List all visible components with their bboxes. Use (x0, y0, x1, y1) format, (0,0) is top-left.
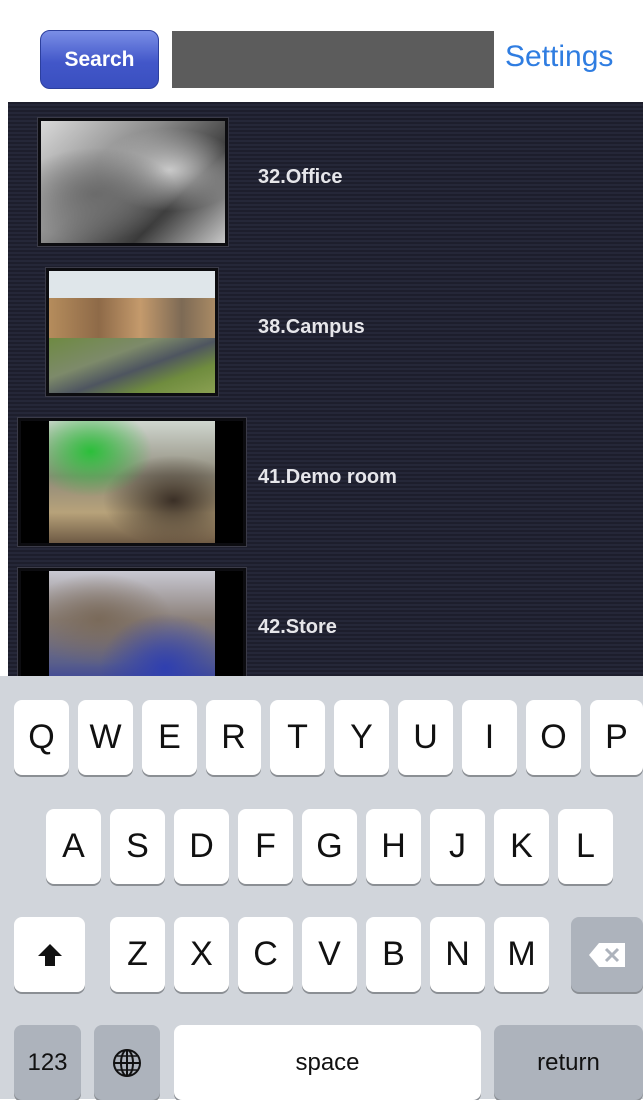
key-q[interactable]: Q (14, 700, 69, 775)
return-key[interactable]: return (494, 1025, 643, 1100)
key-u[interactable]: U (398, 700, 453, 775)
top-bar: Search Settings (0, 0, 643, 102)
key-j[interactable]: J (430, 809, 485, 884)
shift-icon (37, 943, 62, 966)
camera-thumbnail[interactable] (18, 568, 246, 676)
thumbnail-image (49, 421, 215, 543)
key-r[interactable]: R (206, 700, 261, 775)
camera-row-office[interactable]: 32.Office (8, 102, 643, 252)
globe-key[interactable] (94, 1025, 160, 1100)
camera-label: 38.Campus (258, 316, 365, 338)
key-l[interactable]: L (558, 809, 613, 884)
camera-thumbnail[interactable] (46, 268, 218, 396)
camera-row-campus[interactable]: 38.Campus (8, 252, 643, 402)
key-g[interactable]: G (302, 809, 357, 884)
camera-label: 41.Demo room (258, 466, 397, 488)
key-n[interactable]: N (430, 917, 485, 992)
key-p[interactable]: P (590, 700, 643, 775)
key-z[interactable]: Z (110, 917, 165, 992)
key-d[interactable]: D (174, 809, 229, 884)
key-f[interactable]: F (238, 809, 293, 884)
key-v[interactable]: V (302, 917, 357, 992)
key-k[interactable]: K (494, 809, 549, 884)
keyboard: Q W E R T Y U I O P A S D F G H J K L Z … (0, 676, 643, 1100)
key-m[interactable]: M (494, 917, 549, 992)
key-y[interactable]: Y (334, 700, 389, 775)
camera-row-demo-room[interactable]: 41.Demo room (8, 402, 643, 552)
camera-thumbnail[interactable] (18, 418, 246, 546)
camera-row-store[interactable]: 42.Store (8, 552, 643, 676)
key-t[interactable]: T (270, 700, 325, 775)
search-input[interactable] (172, 31, 494, 88)
key-w[interactable]: W (78, 700, 133, 775)
thumbnail-image (49, 571, 215, 676)
camera-label: 42.Store (258, 616, 337, 638)
settings-button[interactable]: Settings (505, 40, 613, 74)
key-b[interactable]: B (366, 917, 421, 992)
camera-thumbnail[interactable] (38, 118, 228, 246)
key-c[interactable]: C (238, 917, 293, 992)
camera-list[interactable]: 32.Office 38.Campus 41.Demo room 42.Stor… (8, 102, 643, 676)
delete-icon (589, 942, 625, 967)
globe-icon (113, 1048, 141, 1077)
key-o[interactable]: O (526, 700, 581, 775)
thumbnail-road (49, 338, 215, 393)
camera-label: 32.Office (258, 166, 343, 188)
key-s[interactable]: S (110, 809, 165, 884)
search-button[interactable]: Search (40, 30, 159, 89)
key-x[interactable]: X (174, 917, 229, 992)
key-e[interactable]: E (142, 700, 197, 775)
delete-key[interactable] (571, 917, 643, 992)
space-key[interactable]: space (174, 1025, 481, 1100)
numbers-key[interactable]: 123 (14, 1025, 81, 1100)
key-i[interactable]: I (462, 700, 517, 775)
key-h[interactable]: H (366, 809, 421, 884)
shift-key[interactable] (14, 917, 85, 992)
key-a[interactable]: A (46, 809, 101, 884)
